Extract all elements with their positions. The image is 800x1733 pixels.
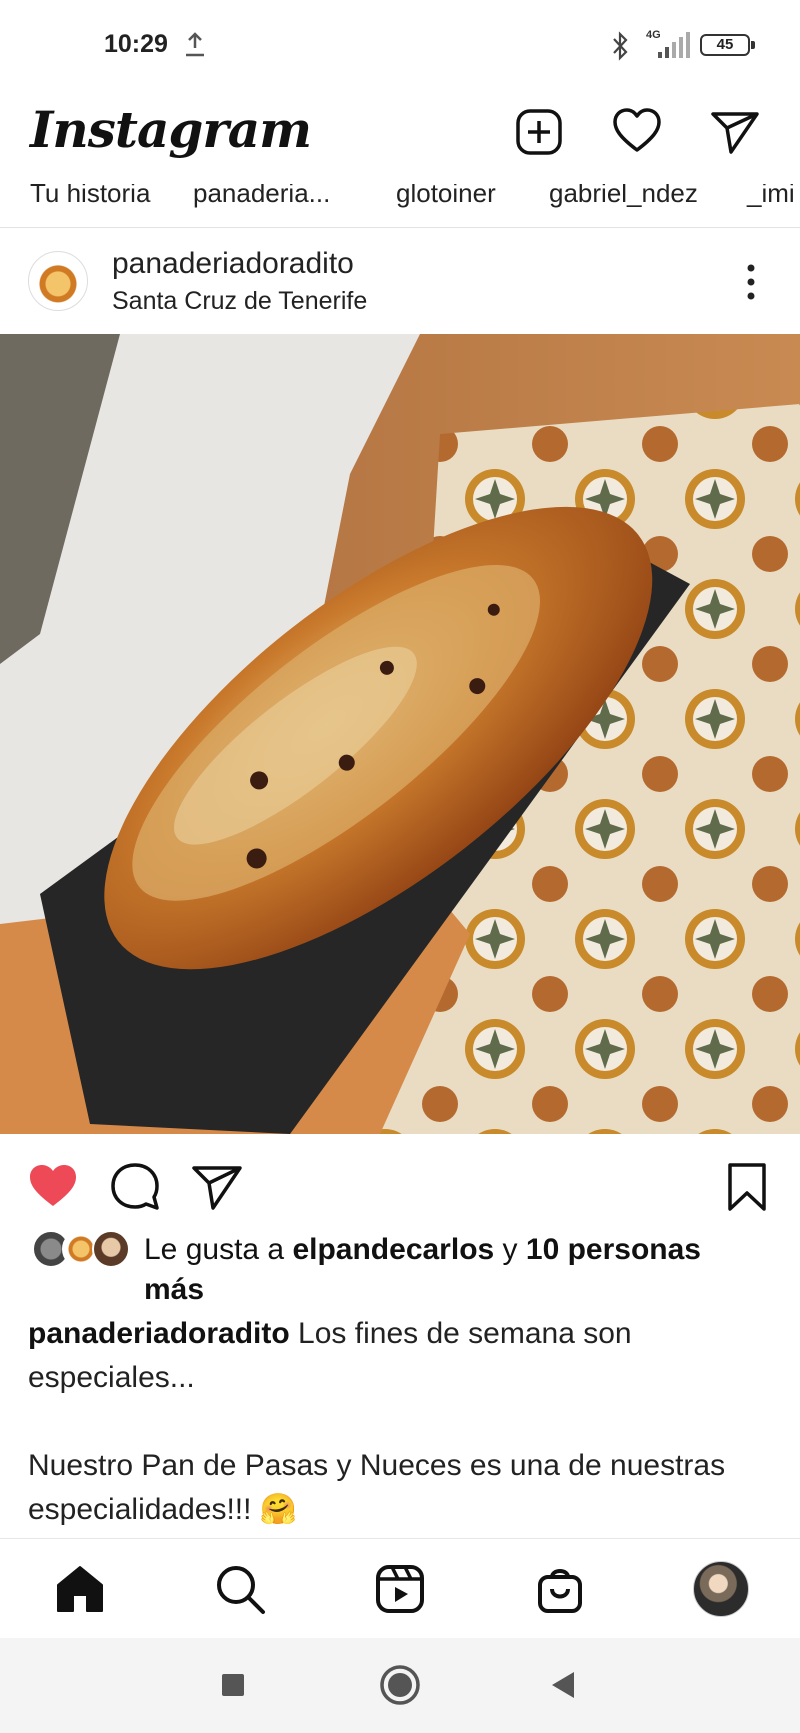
- likes-summary[interactable]: Le gusta a elpandecarlos y 10 personas m…: [0, 1222, 800, 1318]
- liker-avatar: [92, 1230, 130, 1268]
- bluetooth-icon: [613, 31, 628, 61]
- bottom-navigation: [0, 1538, 800, 1638]
- instagram-logo: Instagram: [30, 100, 312, 159]
- story-item[interactable]: glotoiner: [396, 184, 496, 209]
- heart-filled-icon: [30, 1165, 76, 1206]
- search-icon: [217, 1566, 265, 1614]
- reels-icon: [376, 1565, 424, 1613]
- comment-icon: [111, 1163, 159, 1210]
- caption-username[interactable]: panaderiadoradito: [28, 1317, 290, 1350]
- back-triangle-icon: [552, 1672, 574, 1698]
- like-button[interactable]: [26, 1160, 80, 1214]
- status-bar: 10:29 4G 45: [0, 0, 800, 92]
- likes-prefix: Le gusta a: [144, 1233, 293, 1266]
- app-header: Instagram: [0, 92, 800, 184]
- nav-home-button[interactable]: [52, 1561, 108, 1617]
- likes-middle: y: [494, 1233, 526, 1266]
- system-navigation-bar: [0, 1638, 800, 1733]
- heart-icon: [613, 108, 661, 152]
- story-item[interactable]: _imi: [747, 184, 795, 209]
- post-location[interactable]: Santa Cruz de Tenerife: [112, 287, 367, 316]
- save-button[interactable]: [720, 1160, 774, 1214]
- activity-button[interactable]: [611, 106, 663, 158]
- direct-messages-button[interactable]: [709, 106, 761, 158]
- likes-user[interactable]: elpandecarlos: [292, 1233, 494, 1266]
- plus-square-icon: [516, 109, 562, 155]
- send-icon: [711, 112, 759, 154]
- post-actions: [0, 1134, 800, 1234]
- share-button[interactable]: [190, 1160, 244, 1214]
- story-item-own[interactable]: Tu historia: [30, 184, 150, 209]
- nav-search-button[interactable]: [212, 1561, 268, 1617]
- shop-icon: [538, 1569, 582, 1613]
- send-icon: [192, 1166, 242, 1210]
- nav-shop-button[interactable]: [532, 1561, 588, 1617]
- bread-photo-image: [0, 334, 800, 1134]
- home-system-button[interactable]: [377, 1662, 423, 1708]
- comment-button[interactable]: [108, 1160, 162, 1214]
- circle-icon: [380, 1665, 420, 1705]
- home-icon: [57, 1566, 103, 1612]
- stories-strip[interactable]: Tu historia panaderia... glotoiner gabri…: [0, 184, 800, 228]
- recent-apps-button[interactable]: [210, 1662, 256, 1708]
- post-photo[interactable]: [0, 334, 800, 1134]
- post-header: panaderiadoradito Santa Cruz de Tenerife: [0, 229, 800, 334]
- post-author-username[interactable]: panaderiadoradito: [112, 247, 354, 281]
- new-post-button[interactable]: [513, 106, 565, 158]
- nav-reels-button[interactable]: [372, 1561, 428, 1617]
- battery-indicator: 45: [700, 34, 755, 56]
- post-author-avatar[interactable]: [28, 251, 88, 311]
- more-options-icon[interactable]: [736, 259, 766, 305]
- bookmark-icon: [728, 1163, 766, 1211]
- nav-profile-avatar[interactable]: [693, 1561, 749, 1617]
- caption-line-2: Nuestro Pan de Pasas y Nueces es una de …: [28, 1449, 726, 1526]
- status-time: 10:29: [104, 30, 168, 58]
- upload-icon: [186, 32, 204, 57]
- square-icon: [222, 1674, 244, 1696]
- back-button[interactable]: [540, 1662, 586, 1708]
- likes-text: Le gusta a elpandecarlos y 10 personas m…: [144, 1230, 764, 1310]
- caption-line-1: panaderiadoradito Los fines de semana so…: [28, 1312, 768, 1400]
- story-item[interactable]: panaderia...: [193, 184, 330, 209]
- signal-icon: [658, 32, 690, 58]
- post-caption: panaderiadoradito Los fines de semana so…: [28, 1312, 768, 1532]
- story-item[interactable]: gabriel_ndez: [549, 184, 698, 209]
